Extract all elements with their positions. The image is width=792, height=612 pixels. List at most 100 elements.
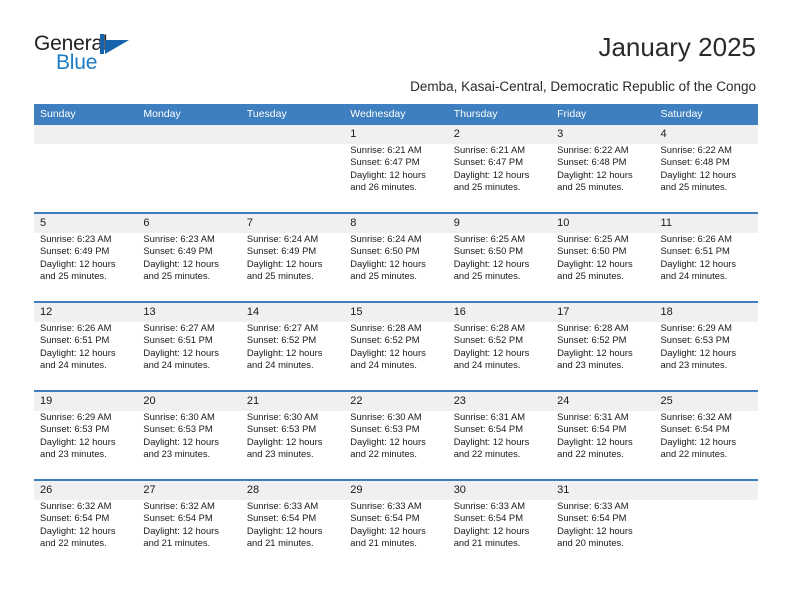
day-cell[interactable]: Sunrise: 6:30 AM Sunset: 6:53 PM Dayligh… — [344, 411, 447, 479]
day-cell[interactable] — [137, 144, 240, 212]
day-number[interactable]: 17 — [551, 303, 654, 322]
daylight-line-2: and 24 minutes. — [143, 359, 211, 371]
daylight-line-1: Daylight: 12 hours — [350, 524, 426, 536]
day-number[interactable]: 31 — [551, 481, 654, 500]
week-detail-band: Sunrise: 6:26 AM Sunset: 6:51 PM Dayligh… — [34, 322, 758, 390]
day-number[interactable]: 3 — [551, 125, 654, 144]
day-cell[interactable]: Sunrise: 6:29 AM Sunset: 6:53 PM Dayligh… — [655, 322, 758, 390]
daylight-line-2: and 21 minutes. — [246, 537, 314, 549]
day-number[interactable]: 13 — [137, 303, 240, 322]
day-cell[interactable]: Sunrise: 6:26 AM Sunset: 6:51 PM Dayligh… — [34, 322, 137, 390]
day-cell[interactable]: Sunrise: 6:32 AM Sunset: 6:54 PM Dayligh… — [34, 500, 137, 568]
page-subtitle-location: Demba, Kasai-Central, Democratic Republi… — [410, 79, 756, 94]
day-cell[interactable]: Sunrise: 6:24 AM Sunset: 6:50 PM Dayligh… — [344, 233, 447, 301]
daylight-line-1: Daylight: 12 hours — [350, 257, 426, 269]
day-number[interactable]: 9 — [448, 214, 551, 233]
day-number[interactable]: 30 — [448, 481, 551, 500]
day-number[interactable]: 18 — [655, 303, 758, 322]
day-number[interactable]: 12 — [34, 303, 137, 322]
day-number[interactable]: 24 — [551, 392, 654, 411]
day-number[interactable]: 16 — [448, 303, 551, 322]
day-cell[interactable]: Sunrise: 6:28 AM Sunset: 6:52 PM Dayligh… — [448, 322, 551, 390]
day-cell[interactable]: Sunrise: 6:25 AM Sunset: 6:50 PM Dayligh… — [448, 233, 551, 301]
calendar-grid: Sunday Monday Tuesday Wednesday Thursday… — [34, 104, 758, 570]
generalblue-logo[interactable]: General Blue — [34, 32, 174, 80]
day-cell[interactable]: Sunrise: 6:29 AM Sunset: 6:53 PM Dayligh… — [34, 411, 137, 479]
sunrise-line: Sunrise: 6:33 AM — [246, 500, 319, 511]
day-number[interactable]: 10 — [551, 214, 654, 233]
day-number[interactable]: 19 — [34, 392, 137, 411]
day-cell[interactable]: Sunrise: 6:28 AM Sunset: 6:52 PM Dayligh… — [344, 322, 447, 390]
sunrise-line: Sunrise: 6:32 AM — [40, 500, 112, 511]
sunset-line: Sunset: 6:54 PM — [660, 423, 730, 435]
daylight-line-1: Daylight: 12 hours — [350, 435, 426, 447]
day-cell[interactable]: Sunrise: 6:31 AM Sunset: 6:54 PM Dayligh… — [551, 411, 654, 479]
day-cell[interactable]: Sunrise: 6:22 AM Sunset: 6:48 PM Dayligh… — [655, 144, 758, 212]
day-cell[interactable]: Sunrise: 6:30 AM Sunset: 6:53 PM Dayligh… — [241, 411, 344, 479]
weekday-header-row: Sunday Monday Tuesday Wednesday Thursday… — [34, 104, 758, 125]
day-cell[interactable]: Sunrise: 6:26 AM Sunset: 6:51 PM Dayligh… — [655, 233, 758, 301]
day-number[interactable]: 29 — [344, 481, 447, 500]
day-cell[interactable]: Sunrise: 6:23 AM Sunset: 6:49 PM Dayligh… — [34, 233, 137, 301]
day-cell[interactable]: Sunrise: 6:21 AM Sunset: 6:47 PM Dayligh… — [344, 144, 447, 212]
day-cell[interactable]: Sunrise: 6:32 AM Sunset: 6:54 PM Dayligh… — [137, 500, 240, 568]
day-cell[interactable]: Sunrise: 6:31 AM Sunset: 6:54 PM Dayligh… — [448, 411, 551, 479]
day-number[interactable]: 11 — [655, 214, 758, 233]
day-number[interactable]: 20 — [137, 392, 240, 411]
day-number[interactable]: 26 — [34, 481, 137, 500]
day-cell[interactable]: Sunrise: 6:24 AM Sunset: 6:49 PM Dayligh… — [241, 233, 344, 301]
sunset-line: Sunset: 6:49 PM — [143, 245, 213, 257]
day-number[interactable] — [241, 125, 344, 144]
day-number[interactable]: 4 — [655, 125, 758, 144]
week-detail-band: Sunrise: 6:32 AM Sunset: 6:54 PM Dayligh… — [34, 500, 758, 568]
day-cell[interactable] — [34, 144, 137, 212]
day-cell[interactable]: Sunrise: 6:32 AM Sunset: 6:54 PM Dayligh… — [655, 411, 758, 479]
sunrise-line: Sunrise: 6:32 AM — [143, 500, 215, 511]
calendar-week-row: 5 6 7 8 9 10 11 Sunrise: 6:23 AM Sunset:… — [34, 214, 758, 303]
day-number[interactable]: 15 — [344, 303, 447, 322]
day-number[interactable] — [655, 481, 758, 500]
daylight-line-1: Daylight: 12 hours — [557, 168, 633, 180]
day-number[interactable]: 1 — [344, 125, 447, 144]
sunset-line: Sunset: 6:53 PM — [660, 334, 730, 346]
day-cell[interactable]: Sunrise: 6:23 AM Sunset: 6:49 PM Dayligh… — [137, 233, 240, 301]
day-cell[interactable]: Sunrise: 6:25 AM Sunset: 6:50 PM Dayligh… — [551, 233, 654, 301]
day-number[interactable]: 2 — [448, 125, 551, 144]
daylight-line-2: and 25 minutes. — [557, 181, 624, 193]
day-cell[interactable]: Sunrise: 6:28 AM Sunset: 6:52 PM Dayligh… — [551, 322, 654, 390]
daylight-line-2: and 23 minutes. — [40, 448, 107, 460]
daylight-line-1: Daylight: 12 hours — [246, 435, 323, 447]
day-number[interactable]: 7 — [241, 214, 344, 233]
day-cell[interactable]: Sunrise: 6:33 AM Sunset: 6:54 PM Dayligh… — [344, 500, 447, 568]
day-cell[interactable]: Sunrise: 6:33 AM Sunset: 6:54 PM Dayligh… — [241, 500, 344, 568]
day-cell[interactable]: Sunrise: 6:22 AM Sunset: 6:48 PM Dayligh… — [551, 144, 654, 212]
sunset-line: Sunset: 6:47 PM — [453, 156, 523, 168]
day-number[interactable]: 25 — [655, 392, 758, 411]
day-number[interactable]: 14 — [241, 303, 344, 322]
day-number[interactable]: 27 — [137, 481, 240, 500]
day-number[interactable]: 5 — [34, 214, 137, 233]
day-cell[interactable]: Sunrise: 6:30 AM Sunset: 6:53 PM Dayligh… — [137, 411, 240, 479]
sunset-line: Sunset: 6:53 PM — [246, 423, 317, 435]
day-cell[interactable]: Sunrise: 6:21 AM Sunset: 6:47 PM Dayligh… — [448, 144, 551, 212]
day-cell[interactable] — [655, 500, 758, 568]
day-cell[interactable]: Sunrise: 6:27 AM Sunset: 6:51 PM Dayligh… — [137, 322, 240, 390]
day-number[interactable]: 22 — [344, 392, 447, 411]
day-cell[interactable]: Sunrise: 6:33 AM Sunset: 6:54 PM Dayligh… — [551, 500, 654, 568]
day-number[interactable]: 23 — [448, 392, 551, 411]
day-number[interactable]: 6 — [137, 214, 240, 233]
day-cell[interactable]: Sunrise: 6:33 AM Sunset: 6:54 PM Dayligh… — [448, 500, 551, 568]
daylight-line-2: and 22 minutes. — [453, 448, 521, 460]
day-number[interactable]: 28 — [241, 481, 344, 500]
day-number[interactable]: 8 — [344, 214, 447, 233]
day-cell[interactable]: Sunrise: 6:27 AM Sunset: 6:52 PM Dayligh… — [241, 322, 344, 390]
day-cell[interactable] — [241, 144, 344, 212]
sunrise-line: Sunrise: 6:25 AM — [453, 233, 526, 244]
day-number[interactable] — [34, 125, 137, 144]
sunrise-line: Sunrise: 6:26 AM — [40, 322, 112, 333]
sunrise-line: Sunrise: 6:25 AM — [557, 233, 629, 244]
day-number[interactable]: 21 — [241, 392, 344, 411]
daylight-line-2: and 25 minutes. — [453, 181, 521, 193]
day-number[interactable] — [137, 125, 240, 144]
sunrise-line: Sunrise: 6:30 AM — [143, 411, 215, 422]
